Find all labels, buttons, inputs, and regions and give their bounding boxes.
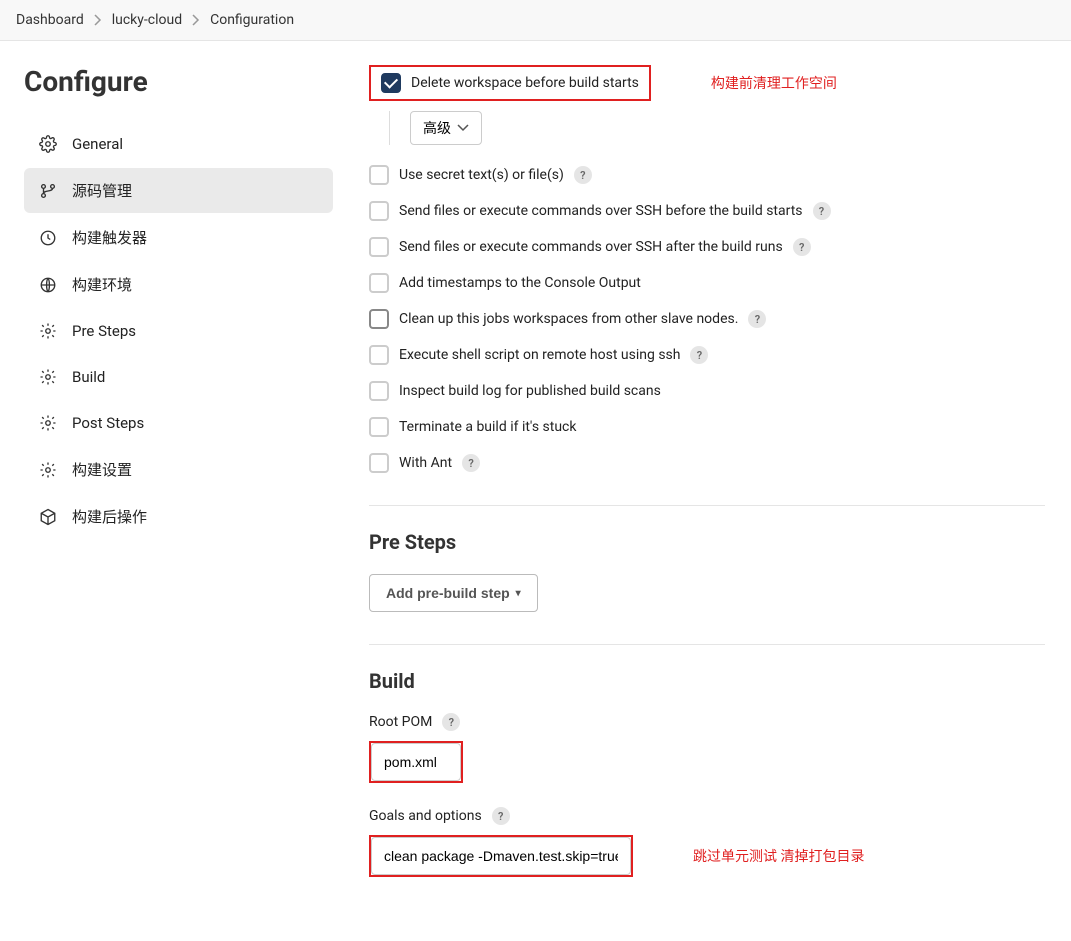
- gear-icon: [38, 321, 58, 341]
- sidebar-item-label: 构建触发器: [72, 227, 147, 248]
- sidebar-item-build[interactable]: Build: [24, 355, 333, 399]
- gear-icon: [38, 134, 58, 154]
- env-option-row: Inspect build log for published build sc…: [369, 381, 1045, 401]
- env-option-row: Add timestamps to the Console Output: [369, 273, 1045, 293]
- env-option-row: Clean up this jobs workspaces from other…: [369, 309, 1045, 329]
- chevron-down-icon: [457, 124, 469, 132]
- checkbox-label: Clean up this jobs workspaces from other…: [399, 311, 738, 327]
- annotation-text: 构建前清理工作空间: [711, 73, 837, 93]
- sidebar-item-env[interactable]: 构建环境: [24, 262, 333, 307]
- breadcrumb-project[interactable]: lucky-cloud: [112, 12, 182, 28]
- env-option-row: With Ant?: [369, 453, 1045, 473]
- checkbox-label: Terminate a build if it's stuck: [399, 419, 576, 435]
- checkbox[interactable]: [369, 165, 389, 185]
- sidebar-item-settings[interactable]: 构建设置: [24, 447, 333, 492]
- checkbox-label: Inspect build log for published build sc…: [399, 383, 661, 399]
- sidebar: Configure General 源码管理 构建触发器: [0, 41, 345, 941]
- checkbox[interactable]: [369, 201, 389, 221]
- branch-icon: [38, 181, 58, 201]
- pre-steps-heading: Pre Steps: [369, 530, 1045, 554]
- help-icon[interactable]: ?: [793, 238, 811, 256]
- sidebar-item-triggers[interactable]: 构建触发器: [24, 215, 333, 260]
- checkbox[interactable]: [369, 453, 389, 473]
- help-icon[interactable]: ?: [813, 202, 831, 220]
- globe-icon: [38, 275, 58, 295]
- checkbox-label: Execute shell script on remote host usin…: [399, 347, 680, 363]
- annotation-box: [369, 741, 463, 783]
- checkbox[interactable]: [369, 273, 389, 293]
- advanced-button[interactable]: 高级: [410, 111, 482, 145]
- breadcrumb: Dashboard lucky-cloud Configuration: [0, 0, 1071, 41]
- build-heading: Build: [369, 669, 1045, 693]
- env-option-row: Terminate a build if it's stuck: [369, 417, 1045, 437]
- env-option-row: Execute shell script on remote host usin…: [369, 345, 1045, 365]
- checkbox-label: With Ant: [399, 455, 452, 471]
- sidebar-item-label: Build: [72, 368, 105, 386]
- breadcrumb-dashboard[interactable]: Dashboard: [16, 12, 84, 28]
- checkbox-delete-workspace[interactable]: [381, 73, 401, 93]
- sidebar-item-general[interactable]: General: [24, 122, 333, 166]
- checkbox[interactable]: [369, 237, 389, 257]
- gear-icon: [38, 413, 58, 433]
- annotation-box: [369, 835, 633, 877]
- sidebar-item-label: 构建环境: [72, 274, 132, 295]
- sidebar-item-label: 构建后操作: [72, 506, 147, 527]
- checkbox-label: Send files or execute commands over SSH …: [399, 203, 803, 219]
- gear-icon: [38, 367, 58, 387]
- root-pom-label: Root POM: [369, 714, 432, 730]
- checkbox[interactable]: [369, 345, 389, 365]
- sidebar-item-scm[interactable]: 源码管理: [24, 168, 333, 213]
- checkbox-label: Use secret text(s) or file(s): [399, 167, 564, 183]
- env-option-row: Use secret text(s) or file(s)?: [369, 165, 1045, 185]
- sidebar-item-postbuild[interactable]: 构建后操作: [24, 494, 333, 539]
- package-icon: [38, 507, 58, 527]
- help-icon[interactable]: ?: [462, 454, 480, 472]
- breadcrumb-configuration[interactable]: Configuration: [210, 12, 294, 28]
- checkbox[interactable]: [369, 309, 389, 329]
- checkbox[interactable]: [369, 381, 389, 401]
- goals-input[interactable]: [371, 837, 631, 875]
- env-option-row: Send files or execute commands over SSH …: [369, 201, 1045, 221]
- help-icon[interactable]: ?: [690, 346, 708, 364]
- goals-label: Goals and options: [369, 808, 482, 824]
- add-prebuild-step-button[interactable]: Add pre-build step ▾: [369, 574, 538, 612]
- checkbox-label: Send files or execute commands over SSH …: [399, 239, 783, 255]
- annotation-box: Delete workspace before build starts: [369, 65, 651, 101]
- checkbox[interactable]: [369, 417, 389, 437]
- root-pom-input[interactable]: [371, 743, 461, 781]
- help-icon[interactable]: ?: [748, 310, 766, 328]
- sidebar-item-label: 源码管理: [72, 180, 132, 201]
- annotation-text: 跳过单元测试 清掉打包目录: [693, 846, 864, 866]
- help-icon[interactable]: ?: [442, 713, 460, 731]
- sidebar-item-presteps[interactable]: Pre Steps: [24, 309, 333, 353]
- chevron-right-icon: [192, 14, 200, 26]
- sidebar-item-label: Post Steps: [72, 414, 144, 432]
- main-content: Delete workspace before build starts 构建前…: [345, 41, 1045, 941]
- clock-icon: [38, 228, 58, 248]
- caret-down-icon: ▾: [516, 588, 521, 599]
- chevron-right-icon: [94, 14, 102, 26]
- checkbox-label: Add timestamps to the Console Output: [399, 275, 641, 291]
- gear-icon: [38, 460, 58, 480]
- sidebar-item-label: 构建设置: [72, 459, 132, 480]
- sidebar-item-label: General: [72, 135, 123, 153]
- checkbox-label: Delete workspace before build starts: [411, 75, 639, 91]
- help-icon[interactable]: ?: [492, 807, 510, 825]
- sidebar-item-poststeps[interactable]: Post Steps: [24, 401, 333, 445]
- sidebar-item-label: Pre Steps: [72, 322, 136, 340]
- help-icon[interactable]: ?: [574, 166, 592, 184]
- page-title: Configure: [24, 65, 333, 98]
- env-option-row: Send files or execute commands over SSH …: [369, 237, 1045, 257]
